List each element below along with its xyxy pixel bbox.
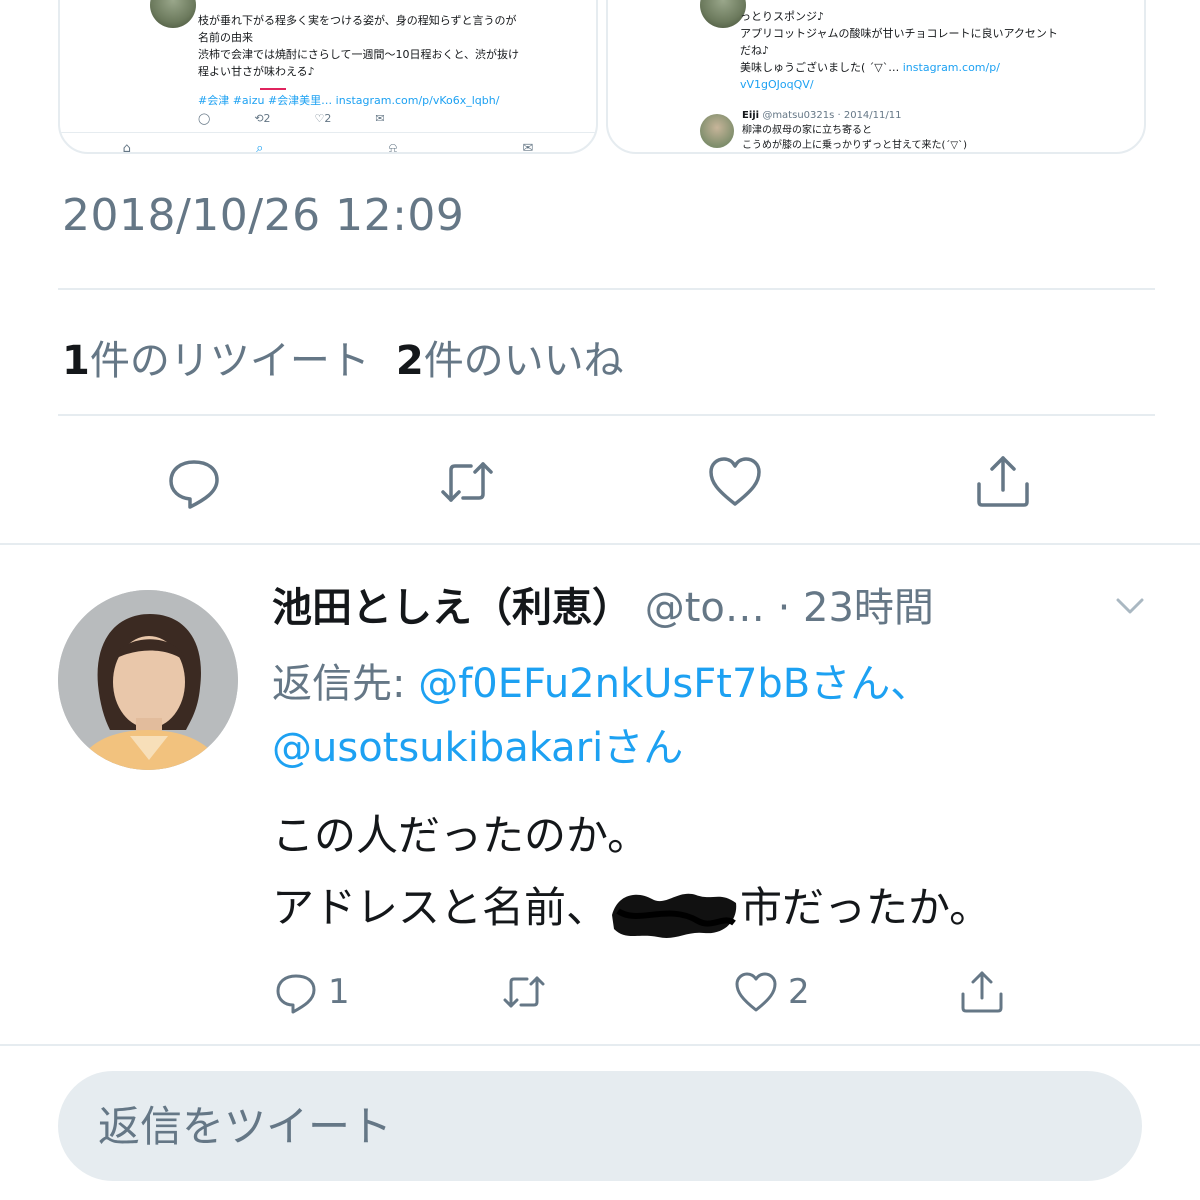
share-button[interactable] xyxy=(973,452,1033,512)
reply-button[interactable] xyxy=(164,452,224,512)
display-name[interactable]: 池田としえ（利恵） xyxy=(272,585,632,631)
mail-icon: ✉ xyxy=(375,112,385,125)
reply-compose-box[interactable] xyxy=(58,1071,1142,1181)
retweet-count-link[interactable]: 1件のリツイート xyxy=(62,338,370,384)
mail-icon: ✉ xyxy=(522,140,534,154)
like-button[interactable]: 2 xyxy=(732,968,810,1016)
red-underline-mark xyxy=(260,88,286,90)
heart-icon: ♡ xyxy=(314,112,325,125)
embedded-screenshot-left: 枝が垂れ下がる程多く実をつける姿が、身の程知らずと言うのが 名前の由来 渋柿で会… xyxy=(58,0,598,154)
heart-icon xyxy=(735,972,777,1012)
embedded-screenshot-right: っとりスポンジ♪ アプリコットジャムの酸味が甘いチョコレートに良いアクセント だ… xyxy=(606,0,1146,154)
embedded-subtweet: Eiji @matsu0321s · 2014/11/11 柳津の叔母の家に立ち… xyxy=(742,110,967,151)
replying-to: 返信先: @f0EFu2nkUsFt7bBさん、 @usotsukibakari… xyxy=(272,661,931,771)
profile-photo xyxy=(58,590,238,770)
like-count-link[interactable]: 2件のいいね xyxy=(396,338,624,384)
retweet-button[interactable] xyxy=(500,968,548,1016)
handle-and-time: @to… · 23時間 xyxy=(632,585,934,631)
divider xyxy=(0,1044,1200,1046)
hashtag-link: #会津 #aizu #会津美里… instagram.com/p/vKo6x_l… xyxy=(198,94,500,107)
share-icon xyxy=(961,971,1003,1013)
avatar[interactable] xyxy=(58,590,238,770)
reply-button[interactable]: 1 xyxy=(272,968,350,1016)
bell-icon: ⍾ xyxy=(388,140,398,154)
share-icon xyxy=(977,456,1029,507)
home-icon: ⌂ xyxy=(122,140,131,154)
mention-link[interactable]: @f0EFu2nkUsFt7bBさん、 xyxy=(418,661,930,707)
avatar xyxy=(700,114,734,148)
retweet-icon: ⟲ xyxy=(254,112,264,125)
chevron-down-icon xyxy=(1116,598,1144,614)
retweet-icon xyxy=(503,976,545,1008)
embedded-tab-bar: ⌂ ⌕ ⍾ ✉ xyxy=(60,132,596,154)
heart-icon xyxy=(709,457,761,506)
reply-icon: ◯ xyxy=(198,112,211,125)
divider xyxy=(58,288,1155,290)
redaction-scribble xyxy=(608,885,740,938)
reply-icon xyxy=(276,974,316,1014)
tweet-timestamp: 2018/10/26 12:09 xyxy=(62,190,465,241)
more-options-button[interactable] xyxy=(1112,590,1148,620)
avatar xyxy=(150,0,196,28)
search-icon: ⌕ xyxy=(256,140,264,154)
reply-icon xyxy=(169,460,219,509)
reply-text: この人だったのか。 アドレスと名前、 市だったか。 xyxy=(272,800,991,944)
embedded-tweet-text: っとりスポンジ♪ アプリコットジャムの酸味が甘いチョコレートに良いアクセント だ… xyxy=(740,10,1058,91)
reply-input[interactable] xyxy=(96,1100,1142,1152)
share-button[interactable] xyxy=(958,968,1006,1016)
mention-link[interactable]: @usotsukibakariさん xyxy=(272,725,683,771)
tweet-action-bar xyxy=(0,452,1200,512)
embedded-tweet-text: 枝が垂れ下がる程多く実をつける姿が、身の程知らずと言うのが 名前の由来 渋柿で会… xyxy=(198,12,578,109)
like-button[interactable] xyxy=(705,452,765,512)
retweet-icon xyxy=(441,462,493,502)
divider xyxy=(0,543,1200,545)
reply-header: 池田としえ（利恵） @to… · 23時間 xyxy=(272,575,934,633)
reply-action-bar: 1 2 xyxy=(0,968,1200,1024)
divider xyxy=(58,414,1155,416)
retweet-button[interactable] xyxy=(437,452,497,512)
embedded-action-bar: ◯ ⟲2 ♡2 ✉ xyxy=(198,112,385,125)
tweet-stats: 1件のリツイート 2件のいいね xyxy=(62,328,624,386)
